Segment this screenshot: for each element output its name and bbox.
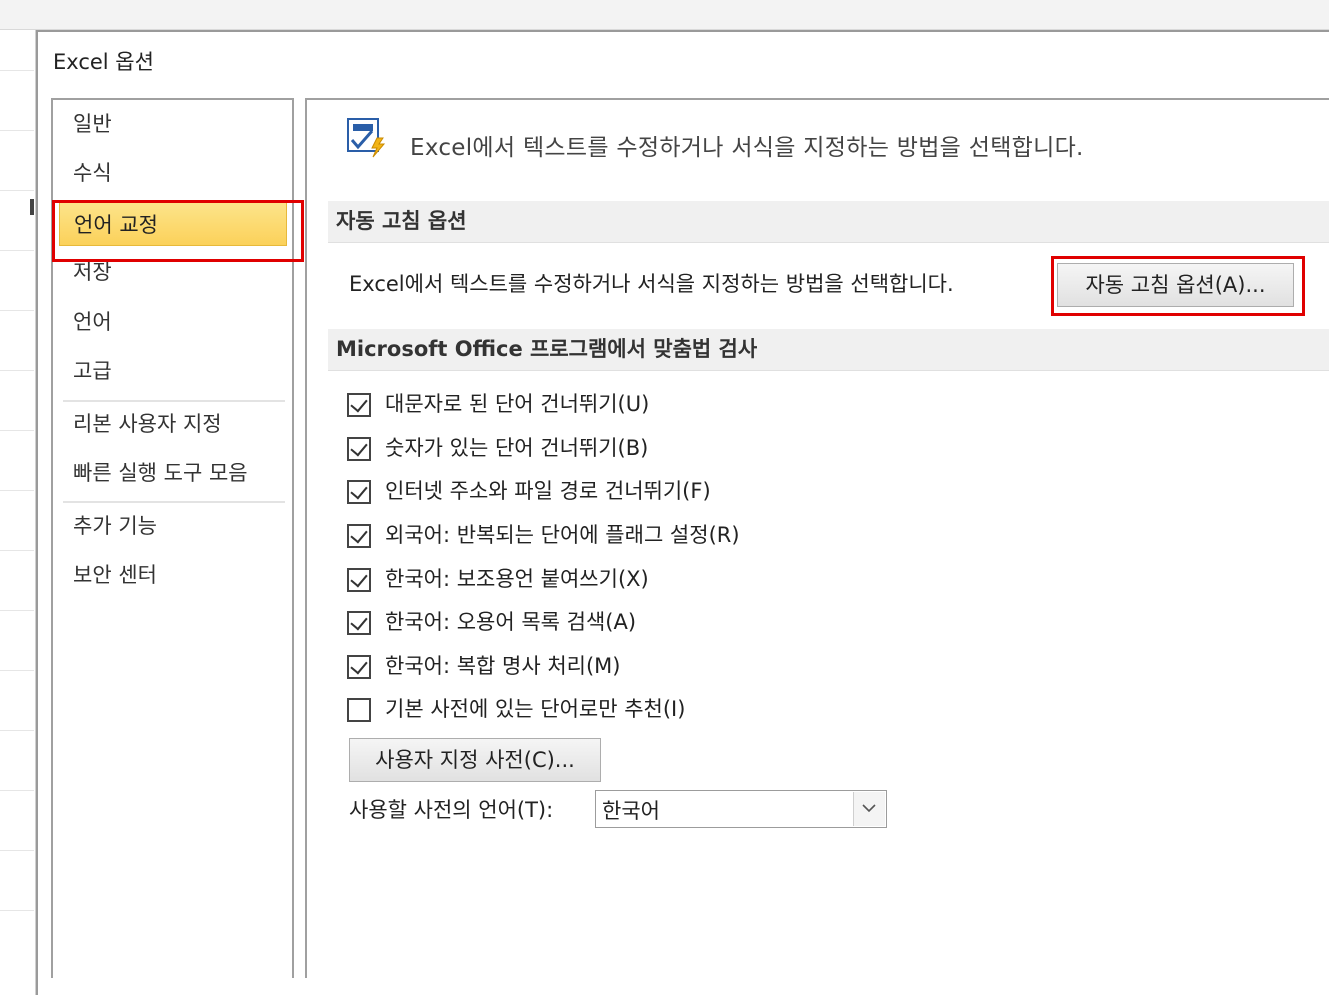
check-icon <box>350 656 368 675</box>
grid-line <box>0 850 34 851</box>
checkbox-label: 기본 사전에 있는 단어로만 추천(I) <box>385 697 686 721</box>
checkbox-label: 한국어: 보조용언 붙여쓰기(X) <box>385 567 649 591</box>
checkbox[interactable] <box>347 480 371 504</box>
grid-line <box>0 670 34 671</box>
nav-item-customize-ribbon[interactable]: 리본 사용자 지정 <box>59 402 287 446</box>
grid-line <box>0 910 34 911</box>
highlight-box-autocorrect-button <box>1051 256 1305 316</box>
check-icon <box>350 394 368 413</box>
check-icon <box>350 612 368 631</box>
chevron-down-icon[interactable] <box>853 792 885 826</box>
checkbox[interactable] <box>347 524 371 548</box>
check-icon <box>350 525 368 544</box>
grid-line <box>0 310 34 311</box>
autocorrect-description: Excel에서 텍스트를 수정하거나 서식을 지정하는 방법을 선택합니다. <box>349 272 954 296</box>
checkbox[interactable] <box>347 698 371 722</box>
dictionary-language-label: 사용할 사전의 언어(T): <box>349 798 554 822</box>
checkbox-label: 한국어: 오용어 목록 검색(A) <box>385 610 637 634</box>
check-icon <box>350 481 368 500</box>
grid-line <box>0 610 34 611</box>
checkbox-label: 한국어: 복합 명사 처리(M) <box>385 654 621 678</box>
nav-item-trust-center[interactable]: 보안 센터 <box>59 553 287 597</box>
nav-item-formulas[interactable]: 수식 <box>59 151 287 195</box>
nav-item-quick-access-toolbar[interactable]: 빠른 실행 도구 모음 <box>59 451 287 495</box>
section-header-spelling: Microsoft Office 프로그램에서 맞춤법 검사 <box>328 329 1329 371</box>
nav-item-advanced[interactable]: 고급 <box>59 349 287 393</box>
nav-item-add-ins[interactable]: 추가 기능 <box>59 504 287 548</box>
checkbox-label: 인터넷 주소와 파일 경로 건너뛰기(F) <box>385 479 711 503</box>
grid-line <box>0 70 34 71</box>
highlight-box-nav <box>52 200 304 262</box>
nav-item-language[interactable]: 언어 <box>59 300 287 344</box>
custom-dictionaries-button[interactable]: 사용자 지정 사전(C)... <box>349 738 601 782</box>
grid-line <box>0 370 34 371</box>
grid-line <box>0 550 34 551</box>
check-icon <box>350 438 368 457</box>
excel-options-dialog: Excel 옵션 일반 수식 언어 교정 저장 언어 고급 리본 사용자 지정 … <box>36 30 1329 995</box>
page-description: Excel에서 텍스트를 수정하거나 서식을 지정하는 방법을 선택합니다. <box>410 135 1084 161</box>
checkbox[interactable] <box>347 393 371 417</box>
grid-line <box>0 490 34 491</box>
grid-line <box>0 130 34 131</box>
checkbox[interactable] <box>347 568 371 592</box>
grid-line <box>0 790 34 791</box>
background-sheet-toolbar <box>0 0 1329 30</box>
dictionary-language-select[interactable]: 한국어 <box>595 790 887 828</box>
dialog-title: Excel 옵션 <box>53 50 154 74</box>
proofing-content: Excel에서 텍스트를 수정하거나 서식을 지정하는 방법을 선택합니다. 자… <box>305 98 1329 978</box>
grid-line <box>0 730 34 731</box>
checkbox[interactable] <box>347 611 371 635</box>
nav-item-general[interactable]: 일반 <box>59 102 287 146</box>
checkbox-label: 외국어: 반복되는 단어에 플래그 설정(R) <box>385 523 740 547</box>
background-sheet-rows <box>0 30 36 995</box>
checkbox-label: 숫자가 있는 단어 건너뛰기(B) <box>385 436 649 460</box>
check-icon <box>350 569 368 588</box>
checkbox-label: 대문자로 된 단어 건너뛰기(U) <box>385 392 650 416</box>
background-cell-mark <box>30 199 34 215</box>
nav-separator <box>63 501 285 503</box>
autocorrect-abc-check-icon <box>347 118 387 158</box>
section-header-autocorrect: 자동 고침 옵션 <box>328 201 1329 243</box>
grid-line <box>0 430 34 431</box>
checkbox[interactable] <box>347 437 371 461</box>
checkbox[interactable] <box>347 655 371 679</box>
dictionary-language-value: 한국어 <box>602 799 660 823</box>
grid-line <box>0 190 34 191</box>
grid-line <box>0 250 34 251</box>
